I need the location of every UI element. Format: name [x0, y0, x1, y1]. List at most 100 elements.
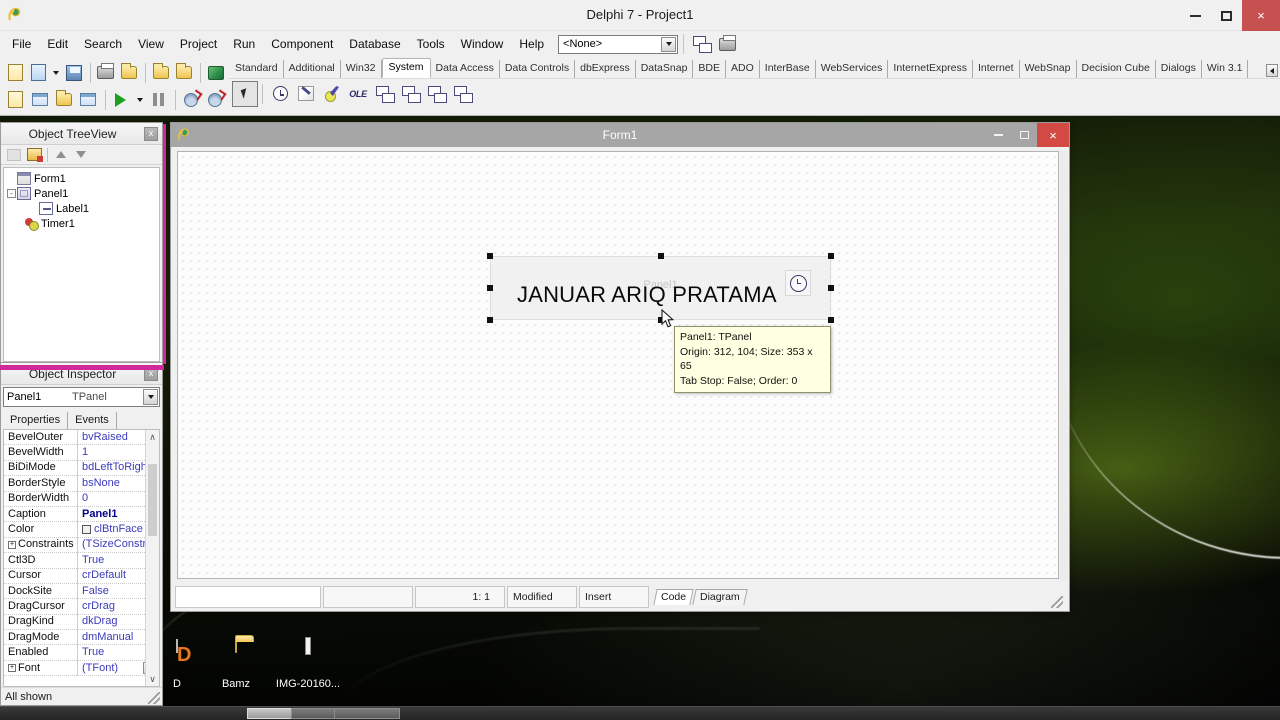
property-row[interactable]: Cursor crDefault	[4, 568, 159, 584]
form-maximize-button[interactable]	[1011, 123, 1037, 147]
project-selector-combo[interactable]: <None>	[558, 34, 679, 54]
trace-into-button[interactable]	[180, 88, 203, 112]
palette-tab-additional[interactable]: Additional	[284, 60, 341, 78]
tree-expander[interactable]	[6, 171, 17, 186]
property-row[interactable]: BorderStyle bsNone	[4, 476, 159, 492]
form-close-button[interactable]: ×	[1037, 123, 1069, 147]
selection-handle-tl[interactable]	[487, 253, 493, 259]
palette-item-tpaintbox[interactable]	[293, 81, 319, 107]
tree-node-form1[interactable]: Form1	[6, 171, 159, 186]
resize-grip[interactable]	[1051, 596, 1063, 608]
form-minimize-button[interactable]	[985, 123, 1011, 147]
scroll-down-button[interactable]: ∨	[146, 672, 159, 686]
desktop-icon-folder-bamz[interactable]: Bamz	[199, 639, 273, 690]
selection-handle-mr[interactable]	[828, 285, 834, 291]
maximize-button[interactable]	[1211, 0, 1242, 31]
palette-tab-decision-cube[interactable]: Decision Cube	[1077, 60, 1156, 78]
run-button[interactable]	[109, 88, 132, 112]
taskbar[interactable]	[0, 706, 1280, 720]
menu-item-search[interactable]: Search	[76, 34, 130, 54]
property-grid[interactable]: BevelOuter bvRaised BevelWidth 1 BiDiMode bdL…	[3, 429, 160, 687]
object-treeview-toolbar[interactable]	[1, 145, 162, 165]
form-design-canvas[interactable]: Panel1 JANUAR ARIQ PRATAMA	[177, 151, 1059, 579]
object-selector-combo[interactable]: Panel1 TPanel	[3, 387, 160, 407]
object-inspector-tabs[interactable]: Properties Events	[1, 409, 162, 429]
property-row[interactable]: DragCursor crDrag	[4, 599, 159, 615]
tree-move-up-button[interactable]	[51, 146, 71, 164]
palette-tab-internet[interactable]: Internet	[973, 60, 1020, 78]
menu-item-view[interactable]: View	[130, 34, 172, 54]
menu-item-edit[interactable]: Edit	[39, 34, 76, 54]
run-to-cursor-button[interactable]	[715, 32, 740, 56]
property-row[interactable]: BevelWidth 1	[4, 445, 159, 461]
palette-items[interactable]: OLE	[228, 78, 1280, 108]
scroll-up-button[interactable]: ∧	[146, 430, 159, 444]
view-tab-code[interactable]: Code	[653, 589, 694, 605]
expand-icon[interactable]: +	[8, 664, 16, 673]
open-dropdown-button[interactable]	[50, 61, 62, 85]
view-unit-button[interactable]	[4, 88, 27, 112]
object-treeview-close-button[interactable]: x	[144, 126, 158, 141]
palette-tab-standard[interactable]: Standard	[230, 60, 284, 78]
open-project-button[interactable]	[27, 61, 49, 85]
view-tab-diagram[interactable]: Diagram	[692, 589, 748, 605]
palette-tab-datasnap[interactable]: DataSnap	[636, 60, 694, 78]
palette-tab-system[interactable]: System	[381, 58, 431, 78]
palette-tab-ado[interactable]: ADO	[726, 60, 760, 78]
new-form-button[interactable]	[76, 88, 99, 112]
step-over-button[interactable]	[204, 88, 227, 112]
status-editor-field[interactable]	[175, 586, 321, 608]
expand-icon[interactable]: +	[8, 540, 16, 549]
palette-tab-interbase[interactable]: InterBase	[760, 60, 816, 78]
palette-tab-data-controls[interactable]: Data Controls	[500, 60, 576, 78]
palette-item-ttimer[interactable]	[267, 81, 293, 107]
pause-button[interactable]	[147, 88, 170, 112]
form-canvas-scrollbar[interactable]	[1060, 151, 1068, 581]
property-row[interactable]: +Font(TFont)•••	[4, 660, 159, 677]
palette-tab-data-access[interactable]: Data Access	[431, 60, 500, 78]
menu-item-run[interactable]: Run	[225, 34, 263, 54]
chevron-down-icon[interactable]	[143, 389, 158, 405]
property-row[interactable]: Enabled True	[4, 645, 159, 661]
resize-grip[interactable]	[148, 692, 160, 704]
new-items-button[interactable]	[4, 61, 26, 85]
palette-tab-win32[interactable]: Win32	[341, 60, 382, 78]
selection-handle-br[interactable]	[828, 317, 834, 323]
palette-tab-dbexpress[interactable]: dbExpress	[575, 60, 636, 78]
property-row[interactable]: DockSite False	[4, 583, 159, 600]
timer1-component[interactable]	[785, 270, 811, 296]
property-row[interactable]: BiDiMode bdLeftToRight	[4, 460, 159, 477]
selection-handle-ml[interactable]	[487, 285, 493, 291]
tree-back-button[interactable]	[4, 146, 24, 164]
add-to-project-button[interactable]	[150, 61, 172, 85]
tree-new-button[interactable]	[24, 146, 44, 164]
help-button[interactable]	[205, 61, 227, 85]
menu-item-component[interactable]: Component	[263, 34, 341, 54]
property-row[interactable]: DragMode dmManual	[4, 630, 159, 646]
tree-node-label1[interactable]: Label1	[6, 201, 159, 216]
menu-item-database[interactable]: Database	[341, 34, 408, 54]
tree-expander[interactable]: -	[6, 186, 17, 201]
palette-tab-dialogs[interactable]: Dialogs	[1156, 60, 1202, 78]
palette-item-tddeclientitem[interactable]	[397, 81, 423, 107]
palette-tabs[interactable]: Standard Additional Win32 System Data Ac…	[228, 58, 1280, 78]
run-dropdown-button[interactable]	[134, 88, 146, 112]
palette-tab-win31[interactable]: Win 3.1	[1202, 60, 1249, 78]
open-unit-button[interactable]	[118, 61, 140, 85]
menu-item-window[interactable]: Window	[453, 34, 512, 54]
palette-item-pointer-tool[interactable]	[232, 80, 258, 107]
menu-item-project[interactable]: Project	[172, 34, 225, 54]
remove-from-project-button[interactable]	[173, 61, 195, 85]
palette-tab-internetexpress[interactable]: InternetExpress	[888, 60, 973, 78]
palette-item-tddeclientconv[interactable]	[371, 81, 397, 107]
property-grid-scrollbar[interactable]: ∧ ∨	[145, 430, 159, 686]
minimize-button[interactable]	[1180, 0, 1211, 31]
taskbar-button-3[interactable]	[334, 708, 400, 719]
tree-node-panel1[interactable]: - Panel1	[6, 186, 159, 201]
palette-item-tolecontainer[interactable]: OLE	[345, 81, 371, 107]
selection-handle-bl[interactable]	[487, 317, 493, 323]
new-thread-button[interactable]	[689, 32, 714, 56]
editor-view-tabs[interactable]: Code Diagram	[651, 586, 1063, 608]
tree-move-down-button[interactable]	[71, 146, 91, 164]
palette-tab-bde[interactable]: BDE	[693, 60, 727, 78]
